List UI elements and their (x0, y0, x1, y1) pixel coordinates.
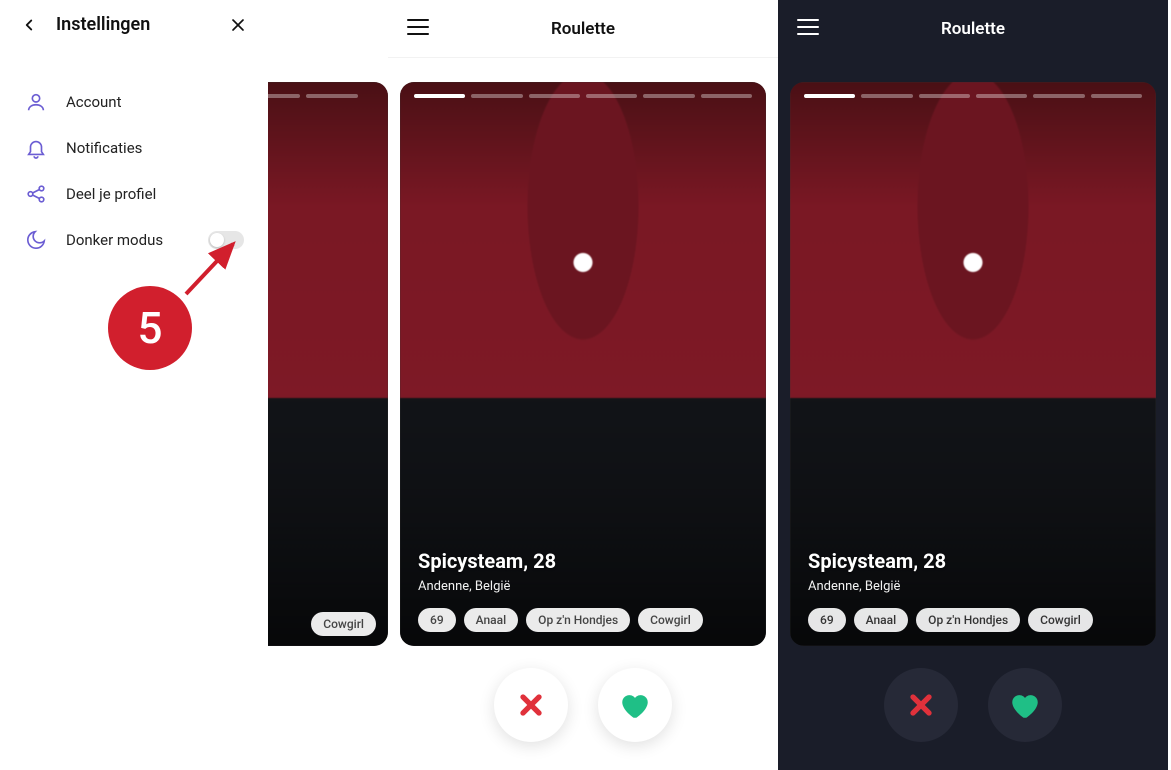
profile-tag: Cowgirl (311, 612, 376, 636)
profile-card-partial: Cowgirl (268, 82, 388, 646)
close-icon[interactable] (228, 15, 248, 35)
profile-tag: Op z'n Hondjes (916, 608, 1020, 632)
settings-item-notifications[interactable]: Notificaties (0, 125, 268, 171)
user-icon (24, 91, 48, 113)
settings-title: Instellingen (56, 14, 150, 35)
annotation-number: 5 (108, 286, 192, 370)
progress-segment[interactable] (919, 94, 970, 98)
heart-icon (618, 688, 652, 722)
x-icon (515, 689, 547, 721)
progress-segment[interactable] (1033, 94, 1084, 98)
nope-button[interactable] (494, 668, 568, 742)
progress-segment[interactable] (804, 94, 855, 98)
annotation-callout: 5 (108, 286, 192, 370)
profile-location: Andenne, België (418, 579, 748, 594)
profile-name-age: Spicysteam, 28 (808, 549, 1138, 573)
moon-icon (24, 229, 48, 251)
profile-tag: Cowgirl (638, 608, 703, 632)
settings-item-label: Deel je profiel (66, 185, 156, 203)
phone-header: Roulette (778, 0, 1168, 58)
phone-light: Roulette Spicysteam, 28 Andenne, België … (388, 0, 778, 770)
hamburger-icon[interactable] (406, 17, 430, 41)
settings-item-darkmode[interactable]: Donker modus (0, 217, 268, 263)
swipe-actions (884, 668, 1062, 742)
progress-segment[interactable] (529, 94, 580, 98)
profile-photo (268, 82, 388, 646)
profile-tags: 69 Anaal Op z'n Hondjes Cowgirl (418, 608, 748, 632)
like-button[interactable] (598, 668, 672, 742)
profile-tags: 69 Anaal Op z'n Hondjes Cowgirl (808, 608, 1138, 632)
settings-list: Account Notificaties Deel je profiel Don… (0, 49, 268, 293)
screen-title: Roulette (941, 19, 1005, 39)
progress-segment[interactable] (861, 94, 912, 98)
darkmode-toggle[interactable] (208, 231, 244, 249)
like-button[interactable] (988, 668, 1062, 742)
settings-drawer: Instellingen Account Notificaties Deel j… (0, 0, 268, 770)
profile-info: Spicysteam, 28 Andenne, België 69 Anaal … (808, 549, 1138, 632)
back-icon[interactable] (20, 16, 38, 34)
settings-item-label: Donker modus (66, 231, 163, 249)
progress-segment[interactable] (701, 94, 752, 98)
progress-segment[interactable] (1091, 94, 1142, 98)
progress-segment[interactable] (471, 94, 522, 98)
settings-item-share[interactable]: Deel je profiel (0, 171, 268, 217)
share-icon (24, 183, 48, 205)
hamburger-icon[interactable] (796, 17, 820, 41)
profile-tag: 69 (418, 608, 456, 632)
bell-icon (24, 137, 48, 159)
screen-title: Roulette (551, 19, 615, 39)
profile-tag: Anaal (854, 608, 909, 632)
progress-segment[interactable] (643, 94, 694, 98)
swipe-actions (494, 668, 672, 742)
profile-card[interactable]: Spicysteam, 28 Andenne, België 69 Anaal … (400, 82, 766, 646)
profile-tag: Op z'n Hondjes (526, 608, 630, 632)
profile-name-age: Spicysteam, 28 (418, 549, 748, 573)
settings-item-label: Notificaties (66, 139, 142, 157)
photo-progress[interactable] (414, 94, 752, 98)
profile-tag: Anaal (464, 608, 519, 632)
progress-segment[interactable] (586, 94, 637, 98)
profile-card[interactable]: Spicysteam, 28 Andenne, België 69 Anaal … (790, 82, 1156, 646)
progress-segment[interactable] (976, 94, 1027, 98)
profile-tag: Cowgirl (1028, 608, 1093, 632)
heart-icon (1008, 688, 1042, 722)
progress-segment[interactable] (414, 94, 465, 98)
profile-location: Andenne, België (808, 579, 1138, 594)
phone-dark: Roulette Spicysteam, 28 Andenne, België … (778, 0, 1168, 770)
settings-item-account[interactable]: Account (0, 79, 268, 125)
photo-progress[interactable] (804, 94, 1142, 98)
x-icon (905, 689, 937, 721)
settings-header: Instellingen (0, 0, 268, 49)
photo-progress (268, 94, 358, 98)
phone-header: Roulette (388, 0, 778, 58)
settings-item-label: Account (66, 93, 122, 111)
profile-tag: 69 (808, 608, 846, 632)
nope-button[interactable] (884, 668, 958, 742)
profile-info: Spicysteam, 28 Andenne, België 69 Anaal … (418, 549, 748, 632)
partial-phone-peek: Cowgirl (268, 0, 388, 770)
